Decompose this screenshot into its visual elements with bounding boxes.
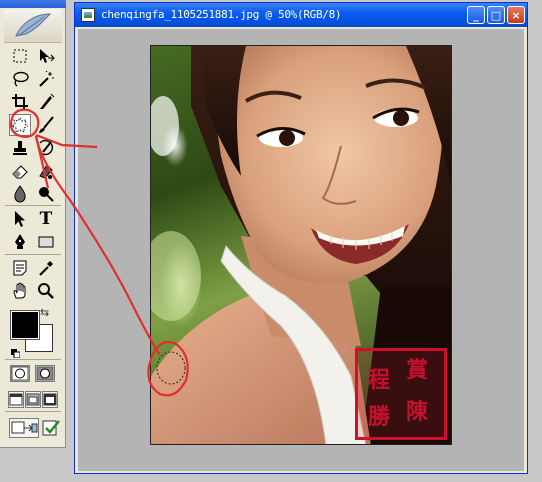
seal-watermark: 賞 陳 程 勝	[355, 348, 447, 440]
dodge-icon[interactable]	[35, 183, 57, 205]
canvas-area[interactable]: 賞 陳 程 勝	[78, 29, 524, 471]
full-screen-menu-mode-button[interactable]	[25, 391, 41, 408]
notes-icon[interactable]	[9, 257, 31, 279]
gradient-icon[interactable]	[35, 160, 57, 182]
crop-icon[interactable]	[9, 91, 31, 113]
minimize-button[interactable]: _	[467, 6, 485, 24]
magnifier-icon[interactable]	[35, 280, 57, 302]
toolbox-divider	[5, 205, 61, 206]
document-titlebar[interactable]: chenqingfa_1105251881.jpg @ 50%(RGB/8) _…	[75, 3, 527, 27]
blur-icon[interactable]	[9, 183, 31, 205]
magic-wand-icon[interactable]	[35, 68, 57, 90]
seal-char-4: 勝	[368, 404, 391, 430]
clone-stamp-icon[interactable]	[9, 137, 31, 159]
jump-to-imageready-button[interactable]	[9, 418, 39, 438]
type-icon[interactable]: T	[35, 208, 57, 230]
full-screen-mode-button[interactable]	[42, 391, 58, 408]
eraser-icon[interactable]	[9, 160, 31, 182]
healing-brush-icon[interactable]	[9, 114, 31, 136]
toolbox-divider	[5, 254, 61, 255]
close-icon: ×	[511, 8, 521, 22]
history-brush-icon[interactable]	[35, 137, 57, 159]
toolbox-divider	[5, 359, 61, 360]
hand-icon[interactable]	[9, 280, 31, 302]
checkmark-icon[interactable]	[40, 417, 62, 439]
eyedropper-icon[interactable]	[35, 257, 57, 279]
seal-char-2: 陳	[406, 399, 429, 425]
maximize-icon: □	[490, 8, 502, 22]
pen-icon[interactable]	[9, 231, 31, 253]
marquee-icon[interactable]	[9, 45, 31, 67]
maximize-button[interactable]: □	[487, 6, 505, 24]
toolbox-divider	[5, 411, 61, 412]
document-window: chenqingfa_1105251881.jpg @ 50%(RGB/8) _…	[74, 2, 528, 474]
default-colors-icon[interactable]	[11, 343, 21, 359]
type-tool-label: T	[39, 208, 53, 229]
image-document-icon	[81, 8, 95, 22]
toolbox-panel: T ⇆	[0, 0, 66, 448]
portrait-photo[interactable]: 賞 陳 程 勝	[150, 45, 452, 445]
seal-char-1: 賞	[406, 357, 429, 383]
document-title: chenqingfa_1105251881.jpg @ 50%(RGB/8)	[101, 8, 342, 21]
arrow-icon[interactable]	[9, 208, 31, 230]
photoshop-feather-logo[interactable]	[4, 9, 62, 43]
toolbox-titlebar[interactable]	[0, 0, 66, 8]
close-button[interactable]: ×	[507, 6, 525, 24]
brush-icon[interactable]	[35, 114, 57, 136]
lasso-icon[interactable]	[9, 68, 31, 90]
slice-icon[interactable]	[35, 91, 57, 113]
quick-mask-mode-button[interactable]	[35, 365, 55, 382]
rectangle-icon[interactable]	[35, 231, 57, 253]
standard-screen-mode-button[interactable]	[8, 391, 24, 408]
seal-char-3: 程	[368, 367, 391, 393]
swap-colors-icon[interactable]: ⇆	[40, 307, 49, 318]
foreground-color-swatch[interactable]	[10, 310, 40, 340]
move-icon[interactable]	[35, 45, 57, 67]
standard-mode-button[interactable]	[10, 365, 30, 382]
minimize-icon: _	[473, 8, 479, 22]
